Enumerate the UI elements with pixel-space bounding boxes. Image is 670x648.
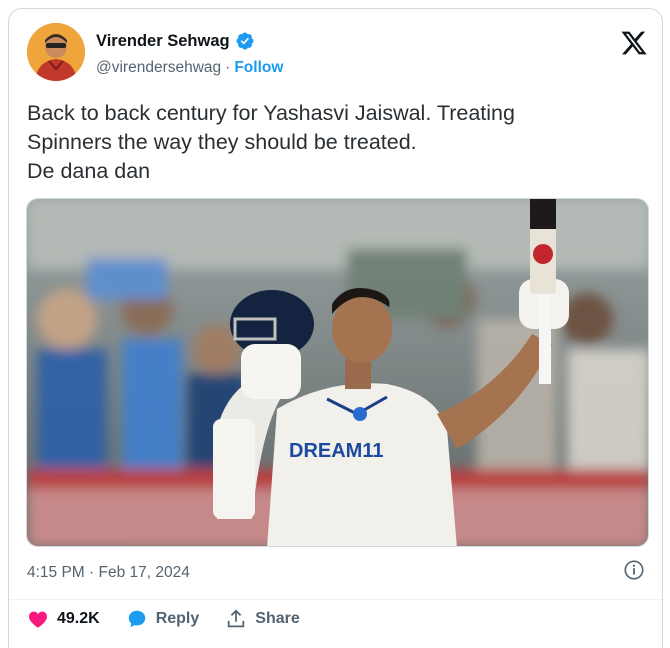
handle-separator: ·	[225, 59, 231, 76]
author-handle[interactable]: @virendersehwag	[96, 59, 221, 77]
tweet-card: Virender Sehwag @virendersehwag · Follow…	[8, 8, 663, 648]
like-button[interactable]: 49.2K	[27, 608, 100, 630]
verified-badge-icon	[236, 32, 254, 50]
heart-icon	[29, 611, 47, 628]
tweet-photo[interactable]: DREAM11	[26, 198, 649, 547]
share-label: Share	[255, 610, 300, 627]
author-handle-row: @virendersehwag · Follow	[96, 59, 283, 77]
author-display-name[interactable]: Virender Sehwag	[96, 32, 230, 51]
tweet-actions: 49.2K Reply Share	[27, 607, 326, 631]
reply-button[interactable]: Reply	[126, 608, 200, 630]
avatar-image	[27, 23, 85, 81]
info-icon[interactable]	[623, 559, 645, 581]
cricketer-celebration-image: DREAM11	[27, 199, 648, 546]
divider	[9, 599, 662, 600]
tweet-text: Back to back century for Yashasvi Jaiswa…	[27, 101, 515, 183]
tweet-timestamp[interactable]: 4:15 PM · Feb 17, 2024	[27, 564, 190, 582]
reply-label: Reply	[155, 610, 200, 627]
author-name-row: Virender Sehwag	[96, 31, 255, 51]
reply-bubble-icon	[128, 610, 145, 628]
x-logo-icon[interactable]	[620, 29, 648, 57]
follow-button[interactable]: Follow	[234, 59, 283, 77]
jersey-sponsor-text: DREAM11	[289, 440, 383, 462]
share-button[interactable]: Share	[225, 608, 300, 630]
likes-count: 49.2K	[57, 610, 100, 627]
share-icon	[228, 609, 245, 628]
avatar[interactable]	[27, 23, 85, 81]
